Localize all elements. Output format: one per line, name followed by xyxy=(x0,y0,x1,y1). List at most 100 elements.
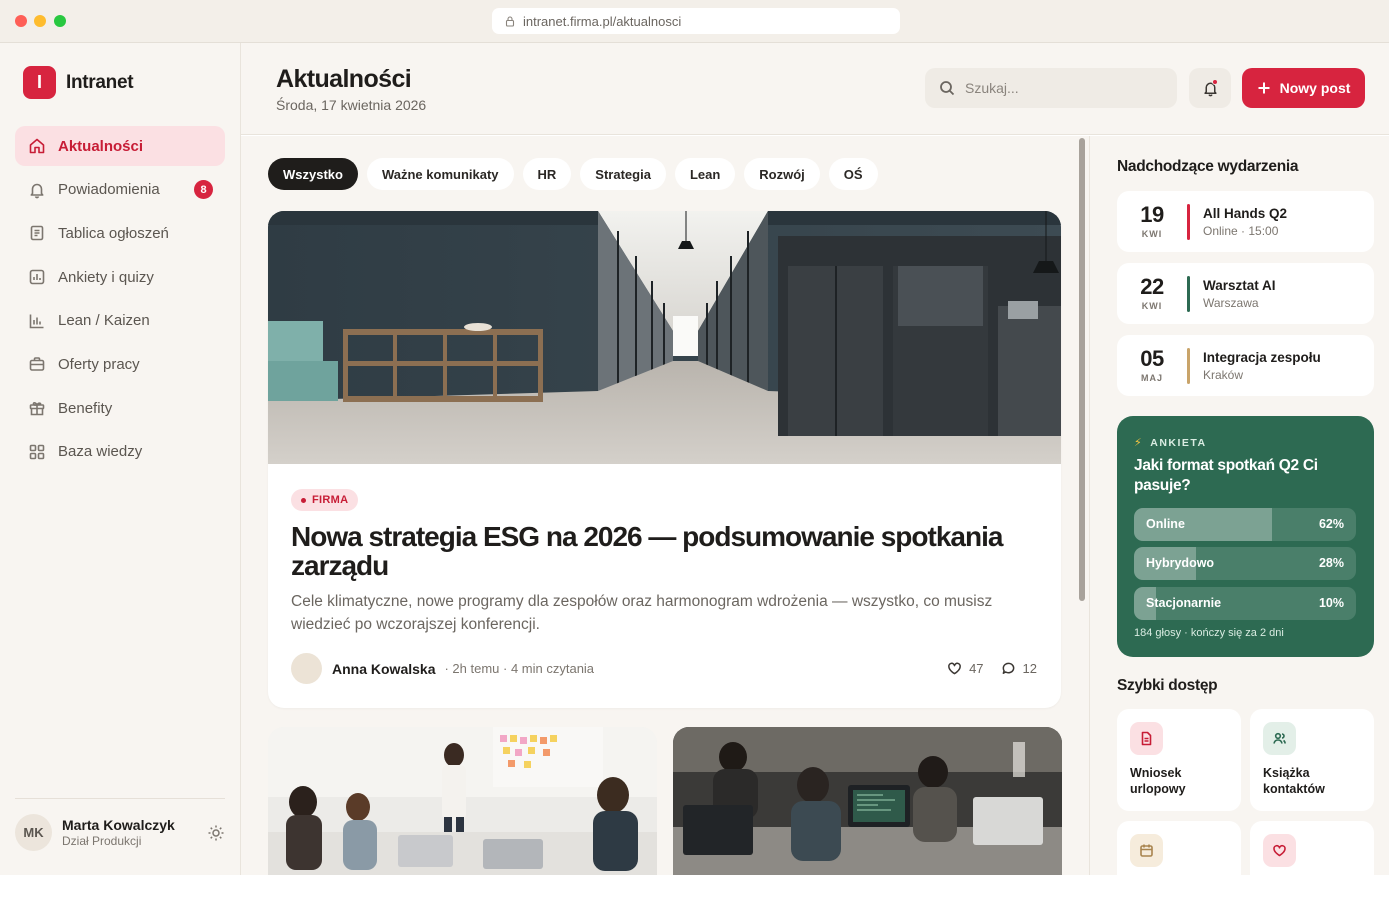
lock-icon xyxy=(505,16,515,27)
quick-access-benefity[interactable] xyxy=(1250,821,1374,923)
filter-chip-rozwoj[interactable]: Rozwój xyxy=(744,158,820,190)
quick-access-wniosek[interactable]: Wniosek urlopowy xyxy=(1117,709,1241,811)
event-title: Warsztat AI xyxy=(1203,277,1276,293)
notification-badge: 8 xyxy=(194,180,213,200)
filter-chip-hr[interactable]: HR xyxy=(522,158,572,190)
event-day: 05 xyxy=(1140,346,1164,371)
sidebar-item-lean[interactable]: Lean / Kaizen xyxy=(15,301,225,341)
poll-option-hybrydowo[interactable]: Hybrydowo 28% xyxy=(1134,547,1356,580)
post-card-image xyxy=(673,727,1062,875)
sidebar-item-label: Ankiety i quizy xyxy=(58,268,154,286)
sidebar-item-ankiety[interactable]: Ankiety i quizy xyxy=(15,257,225,297)
event-accent xyxy=(1187,275,1190,312)
featured-post-title[interactable]: Nowa strategia ESG na 2026 — podsumowani… xyxy=(291,522,1031,580)
event-subtitle: Online · 15:00 xyxy=(1203,223,1279,238)
like-button[interactable]: 47 xyxy=(947,661,984,676)
events-title: Nadchodzące wydarzenia xyxy=(1117,158,1299,175)
notifications-button[interactable] xyxy=(1189,68,1231,108)
clipboard-icon xyxy=(30,226,44,241)
poll-question: Jaki format spotkań Q2 Ci pasuje? xyxy=(1134,457,1318,494)
comment-button[interactable]: 12 xyxy=(1001,661,1037,676)
bell-icon xyxy=(30,183,44,198)
browser-chrome: intranet.firma.pl/aktualnosci xyxy=(0,0,1389,43)
page-title: Aktualności xyxy=(276,65,412,93)
brand-name: Intranet xyxy=(66,71,134,93)
filter-chip-os[interactable]: OŚ xyxy=(828,158,878,190)
user-department: Dział Produkcji xyxy=(62,834,142,848)
event-accent xyxy=(1187,203,1190,240)
event-subtitle: Kraków xyxy=(1203,367,1244,382)
gift-icon xyxy=(29,402,45,416)
sidebar-item-label: Lean / Kaizen xyxy=(58,312,150,330)
sidebar-item-label: Oferty pracy xyxy=(58,355,140,373)
search-input[interactable] xyxy=(965,80,1165,96)
url-text: intranet.firma.pl/aktualnosci xyxy=(523,13,682,29)
heart-icon xyxy=(1273,844,1286,857)
event-title: All Hands Q2 xyxy=(1203,205,1288,221)
document-icon xyxy=(1141,731,1152,746)
sidebar-item-label: Baza wiedzy xyxy=(58,443,143,461)
sun-icon[interactable] xyxy=(207,824,225,842)
event-month: MAJ xyxy=(1140,373,1163,383)
featured-post-excerpt: Cele klimatyczne, nowe programy dla zesp… xyxy=(291,593,993,633)
brand[interactable]: I Intranet xyxy=(23,66,134,99)
user-name: Marta Kowalczyk xyxy=(62,817,175,833)
category-tag[interactable]: FIRMA xyxy=(291,489,359,511)
poll-option-online[interactable]: Online 62% xyxy=(1134,508,1356,541)
briefcase-icon xyxy=(29,357,45,372)
event-subtitle: Warszawa xyxy=(1203,295,1259,310)
grid-icon xyxy=(29,444,45,460)
address-bar[interactable]: intranet.firma.pl/aktualnosci xyxy=(492,8,900,34)
user-profile[interactable]: MK Marta Kowalczyk Dział Produkcji xyxy=(15,814,225,851)
window-minimize-button[interactable] xyxy=(34,15,46,27)
sidebar-item-label: Powiadomienia xyxy=(58,181,160,199)
unread-dot xyxy=(1212,79,1218,85)
post-card[interactable] xyxy=(268,727,657,875)
page-date: Środa, 17 kwietnia 2026 xyxy=(276,97,427,113)
sidebar-item-oferty[interactable]: Oferty pracy xyxy=(15,344,225,384)
event-title: Integracja zespołu xyxy=(1203,349,1321,365)
feed-scrollbar[interactable] xyxy=(1079,138,1085,601)
post-card[interactable] xyxy=(673,727,1062,875)
featured-post-image xyxy=(268,211,1061,464)
sidebar-item-baza-wiedzy[interactable]: Baza wiedzy xyxy=(15,432,225,472)
sidebar-item-powiadomienia[interactable]: Powiadomienia 8 xyxy=(15,170,225,210)
window-maximize-button[interactable] xyxy=(54,15,66,27)
featured-post[interactable]: FIRMA Nowa strategia ESG na 2026 — podsu… xyxy=(268,211,1061,708)
sidebar-item-label: Tablica ogłoszeń xyxy=(58,224,169,242)
new-post-button[interactable]: Nowy post xyxy=(1242,68,1365,108)
event-card[interactable]: 19 KWI All Hands Q2 Online · 15:00 xyxy=(1117,191,1374,252)
filter-chip-lean[interactable]: Lean xyxy=(674,158,736,190)
lightning-icon: ⚡ xyxy=(1134,437,1144,449)
event-card[interactable]: 22 KWI Warsztat AI Warszawa xyxy=(1117,263,1374,324)
quick-access-kalendarz[interactable] xyxy=(1117,821,1241,923)
avatar: MK xyxy=(15,814,52,851)
sidebar-item-aktualnosci[interactable]: Aktualności xyxy=(15,126,225,166)
author-avatar xyxy=(291,653,322,684)
event-card[interactable]: 05 MAJ Integracja zespołu Kraków xyxy=(1117,335,1374,396)
quick-access-label: Książka kontaktów xyxy=(1263,766,1325,796)
poll-option-percent: 62% xyxy=(1318,517,1344,531)
poll-option-label: Online xyxy=(1146,517,1185,531)
search-box[interactable] xyxy=(925,68,1177,108)
page-header: Aktualności Środa, 17 kwietnia 2026 Nowy… xyxy=(241,43,1389,135)
poll-card: ⚡ ANKIETA Jaki format spotkań Q2 Ci pasuj… xyxy=(1117,416,1374,657)
quick-access-kontakty[interactable]: Książka kontaktów xyxy=(1250,709,1374,811)
sidebar: I Intranet Aktualności Powiadomienia 8 T… xyxy=(0,43,241,875)
comment-count: 12 xyxy=(1022,661,1037,676)
poll-option-stacjonarnie[interactable]: Stacjonarnie 10% xyxy=(1134,587,1356,620)
poll-label: ⚡ ANKIETA xyxy=(1134,436,1207,450)
sidebar-item-tablica[interactable]: Tablica ogłoszeń xyxy=(15,213,225,253)
author-name[interactable]: Anna Kowalska xyxy=(332,661,435,677)
post-meta-info: · 2h temu · 4 min czytania xyxy=(444,661,595,676)
quick-access-label: Wniosek urlopowy xyxy=(1130,766,1186,796)
quick-access-title: Szybki dostęp xyxy=(1117,677,1218,694)
sidebar-item-label: Aktualności xyxy=(58,137,144,155)
sidebar-item-benefity[interactable]: Benefity xyxy=(15,388,225,428)
filter-chip-wszystko[interactable]: Wszystko xyxy=(268,158,358,190)
filter-chips: Wszystko Ważne komunikaty HR Strategia L… xyxy=(268,158,887,190)
filter-chip-strategia[interactable]: Strategia xyxy=(580,158,666,190)
window-close-button[interactable] xyxy=(15,15,27,27)
filter-chip-wazne[interactable]: Ważne komunikaty xyxy=(366,158,514,190)
event-month: KWI xyxy=(1141,229,1163,239)
